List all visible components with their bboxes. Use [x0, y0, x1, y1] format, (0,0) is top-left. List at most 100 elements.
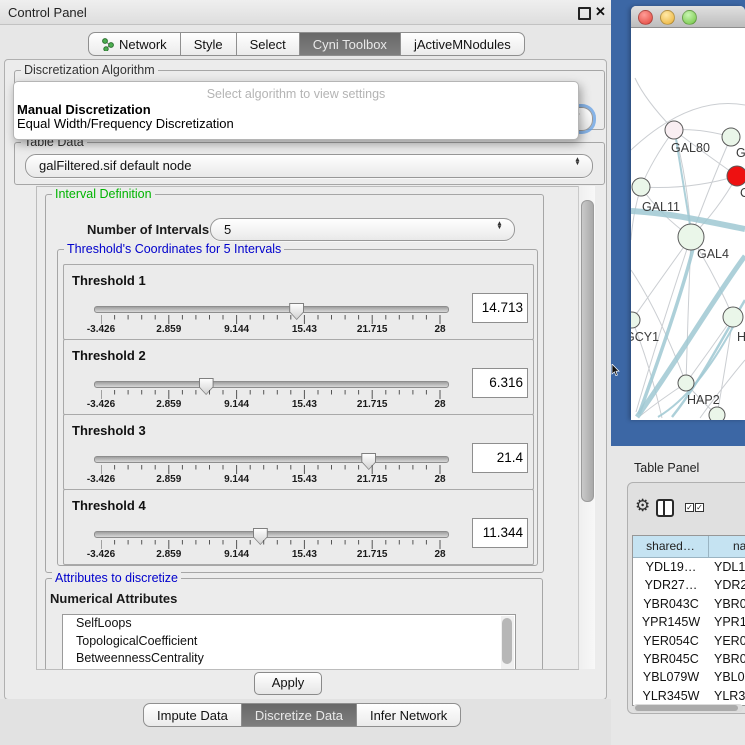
numerical-attributes-list[interactable]: SelfLoopsTopologicalCoefficientBetweenne…	[62, 614, 516, 670]
table-data-combobox[interactable]: galFiltered.sif default node ▲▼	[25, 154, 593, 178]
minimize-traffic-light-icon[interactable]	[660, 10, 675, 25]
close-traffic-light-icon[interactable]	[638, 10, 653, 25]
network-edge	[631, 270, 686, 383]
GCY1-node[interactable]	[631, 312, 640, 328]
tab-label: Cyni Toolbox	[313, 37, 387, 52]
cell-shared-name[interactable]: YBR043C	[633, 595, 709, 613]
attribute-list-item[interactable]: BetweennessCentrality	[63, 650, 515, 668]
popup-option-equal-width-frequency[interactable]: Equal Width/Frequency Discretization	[17, 116, 234, 131]
slider-track[interactable]	[94, 306, 449, 313]
slider-tick-label: 9.144	[224, 324, 249, 335]
attribute-list-item[interactable]: SelfLoops	[63, 615, 515, 633]
table-row[interactable]: YBL079W YBL0	[633, 668, 745, 686]
group-title: Discretization Algorithm	[21, 63, 158, 77]
cell-shared-name[interactable]: YLR345W	[633, 687, 709, 705]
table-horizontal-scrollbar[interactable]	[633, 704, 743, 712]
checkbox-icon[interactable]: ✓	[695, 503, 704, 512]
cell-name[interactable]: YDR2	[709, 576, 745, 594]
attributes-scrollbar[interactable]	[501, 616, 514, 670]
threshold-value-field[interactable]: 14.713	[472, 293, 528, 323]
cell-name[interactable]: YBL0	[709, 668, 745, 686]
cell-shared-name[interactable]: YBL079W	[633, 668, 709, 686]
table-row[interactable]: YBR045C YBR0	[633, 650, 745, 668]
tab-label: Impute Data	[157, 708, 228, 723]
scrollbar-thumb[interactable]	[581, 200, 594, 502]
tab-network[interactable]: Network	[88, 32, 181, 56]
column-header-shared-name[interactable]: shared…	[633, 536, 709, 557]
HAP2-node[interactable]	[678, 375, 694, 391]
slider-tick-label: -3.426	[87, 324, 115, 335]
settings-vertical-scrollbar[interactable]	[578, 186, 595, 669]
group-title: Interval Definition	[52, 187, 155, 201]
cell-shared-name[interactable]: YER054C	[633, 632, 709, 650]
table-row[interactable]: YER054C YER0	[633, 632, 745, 650]
tab-select[interactable]: Select	[237, 32, 300, 56]
num-intervals-combobox[interactable]: 5 ▲▼	[210, 218, 515, 241]
popup-option-manual-discretization[interactable]: Manual Discretization	[17, 102, 151, 117]
float-window-icon[interactable]	[578, 7, 591, 20]
cell-name[interactable]: YBR0	[709, 595, 745, 613]
cell-shared-name[interactable]: YBR045C	[633, 650, 709, 668]
GAL80-node[interactable]	[665, 121, 683, 139]
checkbox-icon[interactable]: ✓	[685, 503, 694, 512]
network-edge	[635, 78, 674, 130]
H-node[interactable]	[723, 307, 743, 327]
table-row[interactable]: YBR043C YBR0	[633, 595, 745, 613]
tab-style[interactable]: Style	[181, 32, 237, 56]
bottom-node[interactable]	[709, 407, 725, 420]
table-row[interactable]: YLR345W YLR3	[633, 687, 745, 705]
slider-track[interactable]	[94, 381, 449, 388]
columns-icon[interactable]	[656, 499, 674, 517]
slider-tick-label: 15.43	[292, 324, 317, 335]
slider-tick-label: 28	[434, 324, 445, 335]
cell-name[interactable]: YER0	[709, 632, 745, 650]
network-window-titlebar[interactable]	[631, 6, 745, 28]
slider-tick-label: 15.43	[292, 549, 317, 560]
popup-prompt: Select algorithm to view settings	[14, 87, 578, 101]
threshold-value-field[interactable]: 21.4	[472, 443, 528, 473]
cell-shared-name[interactable]: YDR27…	[633, 576, 709, 594]
cell-name[interactable]: YPR1	[709, 613, 745, 631]
cell-shared-name[interactable]: YDL19…	[633, 558, 709, 576]
group-title: Attributes to discretize	[52, 571, 181, 585]
cell-name[interactable]: YBR0	[709, 650, 745, 668]
slider-track[interactable]	[94, 456, 449, 463]
red-node[interactable]	[727, 166, 745, 186]
table-header-row: shared… na	[633, 536, 745, 558]
scrollbar-thumb[interactable]	[502, 618, 512, 664]
threshold-value-field[interactable]: 6.316	[472, 368, 528, 398]
slider-tick-label: 9.144	[224, 399, 249, 410]
slider-tick-label: 9.144	[224, 549, 249, 560]
tab-discretize-data[interactable]: Discretize Data	[242, 703, 357, 727]
scrollbar-thumb[interactable]	[635, 705, 738, 711]
network-edge	[632, 237, 691, 320]
zoom-traffic-light-icon[interactable]	[682, 10, 697, 25]
column-header-name[interactable]: na	[709, 536, 745, 557]
node-label: C	[740, 186, 745, 200]
table-row[interactable]: YPR145W YPR1	[633, 613, 745, 631]
cell-shared-name[interactable]: YPR145W	[633, 613, 709, 631]
network-edge	[641, 176, 737, 188]
cell-name[interactable]: YDL1	[709, 558, 745, 576]
network-canvas[interactable]: GAL80GACGAL11GAL4GCY1HHAP2	[631, 27, 745, 420]
close-icon[interactable]: ✕	[595, 4, 606, 20]
table-row[interactable]: YDR27… YDR2	[633, 576, 745, 594]
tab-jactivemnodules[interactable]: jActiveMNodules	[401, 32, 525, 56]
tab-cyni-toolbox[interactable]: Cyni Toolbox	[300, 32, 401, 56]
gear-icon[interactable]: ⚙	[635, 496, 650, 516]
threshold-panel-3: Threshold 3 -3.4262.8599.14415.4321.7152…	[63, 414, 534, 490]
attribute-list-item[interactable]: TopologicalCoefficient	[63, 633, 515, 651]
node-table[interactable]: shared… na YDL19… YDL1 YDR27… YDR2 YBR04…	[632, 535, 745, 706]
slider-track[interactable]	[94, 531, 449, 538]
table-row[interactable]: YDL19… YDL1	[633, 558, 745, 576]
apply-button[interactable]: Apply	[254, 672, 322, 695]
GAL11-node[interactable]	[632, 178, 650, 196]
tab-infer-network[interactable]: Infer Network	[357, 703, 461, 727]
tab-impute-data[interactable]: Impute Data	[143, 703, 242, 727]
threshold-value-field[interactable]: 11.344	[472, 518, 528, 548]
slider-tick-label: 21.715	[357, 549, 388, 560]
tab-label: Select	[250, 37, 286, 52]
cell-name[interactable]: YLR3	[709, 687, 745, 705]
corner-node[interactable]	[722, 128, 740, 146]
num-intervals-label: Number of Intervals	[87, 222, 209, 237]
